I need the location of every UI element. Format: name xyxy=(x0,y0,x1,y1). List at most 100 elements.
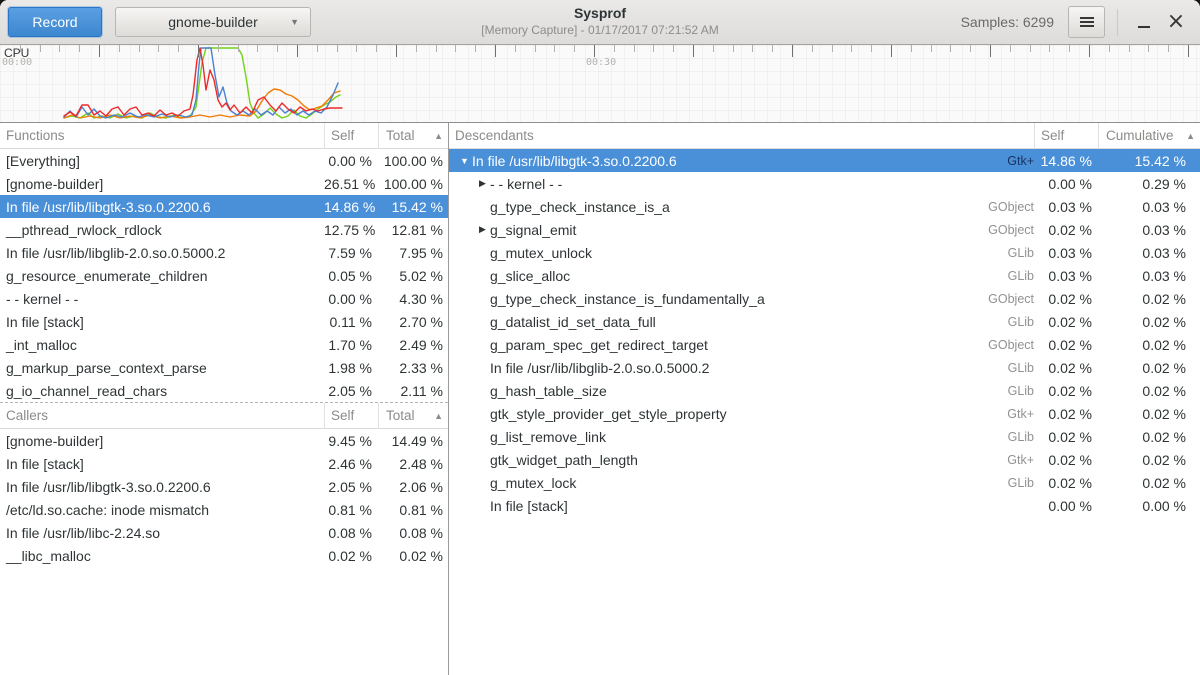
menu-button[interactable] xyxy=(1068,6,1105,38)
tree-row[interactable]: ▶- - kernel - -0.00 %0.29 % xyxy=(449,172,1200,195)
target-selector-dropdown[interactable]: gnome-builder ▼ xyxy=(115,7,311,37)
ruler-tick xyxy=(693,45,694,57)
tree-row[interactable]: g_mutex_lockGLib0.02 %0.02 % xyxy=(449,471,1200,494)
row-cumulative-percent: 0.02 % xyxy=(1098,337,1200,353)
ruler-tick xyxy=(119,45,120,52)
record-button[interactable]: Record xyxy=(8,7,102,37)
ruler-tick xyxy=(990,45,991,57)
table-row[interactable]: In file /usr/lib/libc-2.24.so0.08 %0.08 … xyxy=(0,521,448,544)
tree-row[interactable]: In file /usr/lib/libglib-2.0.so.0.5000.2… xyxy=(449,356,1200,379)
ruler-tick xyxy=(931,45,932,52)
ruler-tick xyxy=(99,45,100,57)
column-header-cumulative[interactable]: Cumulative ▲ xyxy=(1098,123,1200,149)
row-self-percent: 0.02 % xyxy=(1034,314,1098,330)
table-row[interactable]: - - kernel - -0.00 %4.30 % xyxy=(0,287,448,310)
row-self-percent: 0.02 % xyxy=(1034,360,1098,376)
main-area: Functions Self Total ▲ [Everything]0.00 … xyxy=(0,122,1200,675)
close-button[interactable]: × xyxy=(1160,6,1192,38)
tree-row[interactable]: g_type_check_instance_is_aGObject0.03 %0… xyxy=(449,195,1200,218)
ruler-tick xyxy=(198,45,199,57)
samples-count: Samples: 6299 xyxy=(961,14,1054,30)
row-self-percent: 0.08 % xyxy=(324,525,378,541)
column-header-functions[interactable]: Functions xyxy=(0,123,324,149)
column-header-callers[interactable]: Callers xyxy=(0,403,324,429)
table-row[interactable]: [gnome-builder]9.45 %14.49 % xyxy=(0,429,448,452)
minimize-button[interactable] xyxy=(1128,6,1160,38)
ruler-tick xyxy=(1168,45,1169,52)
ruler-tick xyxy=(554,45,555,52)
tree-row[interactable]: gtk_style_provider_get_style_propertyGtk… xyxy=(449,402,1200,425)
table-row[interactable]: __libc_malloc0.02 %0.02 % xyxy=(0,544,448,567)
table-row[interactable]: /etc/ld.so.cache: inode mismatch0.81 %0.… xyxy=(0,498,448,521)
row-total-percent: 14.49 % xyxy=(378,433,448,449)
tree-row[interactable]: g_list_remove_linkGLib0.02 %0.02 % xyxy=(449,425,1200,448)
column-header-total[interactable]: Total ▲ xyxy=(378,123,448,149)
ruler-tick xyxy=(1010,45,1011,52)
ruler-tick xyxy=(812,45,813,52)
table-row[interactable]: In file [stack]2.46 %2.48 % xyxy=(0,452,448,475)
column-header-total[interactable]: Total ▲ xyxy=(378,403,448,429)
column-header-self[interactable]: Self xyxy=(324,403,378,429)
expander-closed-icon[interactable]: ▶ xyxy=(475,178,490,189)
row-self-percent: 0.02 % xyxy=(1034,452,1098,468)
row-self-percent: 0.11 % xyxy=(324,314,378,330)
tree-row[interactable]: g_slice_allocGLib0.03 %0.03 % xyxy=(449,264,1200,287)
row-function-name: - - kernel - - xyxy=(490,176,954,192)
column-header-self[interactable]: Self xyxy=(1034,123,1098,149)
functions-header: Functions Self Total ▲ xyxy=(0,123,448,149)
ruler-tick xyxy=(634,45,635,52)
target-selector-label: gnome-builder xyxy=(168,14,258,30)
cpu-graph[interactable]: CPU 00:00 00:30 xyxy=(0,45,1200,122)
ruler-tick xyxy=(317,45,318,52)
row-function-name: [Everything] xyxy=(0,153,324,169)
tree-row[interactable]: g_datalist_id_set_data_fullGLib0.02 %0.0… xyxy=(449,310,1200,333)
row-function-name: In file [stack] xyxy=(0,314,324,330)
table-row[interactable]: [gnome-builder]26.51 %100.00 % xyxy=(0,172,448,195)
row-function-name: g_hash_table_size xyxy=(490,383,954,399)
tree-row[interactable]: ▶g_signal_emitGObject0.02 %0.03 % xyxy=(449,218,1200,241)
row-total-percent: 5.02 % xyxy=(378,268,448,284)
row-total-percent: 0.08 % xyxy=(378,525,448,541)
row-self-percent: 0.02 % xyxy=(1034,222,1098,238)
expander-closed-icon[interactable]: ▶ xyxy=(475,224,490,235)
table-row[interactable]: In file /usr/lib/libgtk-3.so.0.2200.614.… xyxy=(0,195,448,218)
row-function-name: In file [stack] xyxy=(0,456,324,472)
row-cumulative-percent: 0.03 % xyxy=(1098,199,1200,215)
column-header-self[interactable]: Self xyxy=(324,123,378,149)
table-row[interactable]: g_markup_parse_context_parse1.98 %2.33 % xyxy=(0,356,448,379)
sysprof-window: Record gnome-builder ▼ Sysprof [Memory C… xyxy=(0,0,1200,675)
tree-row[interactable]: gtk_widget_path_lengthGtk+0.02 %0.02 % xyxy=(449,448,1200,471)
ruler-tick xyxy=(1129,45,1130,52)
table-row[interactable]: _int_malloc1.70 %2.49 % xyxy=(0,333,448,356)
minimize-icon xyxy=(1138,26,1150,28)
table-row[interactable]: In file /usr/lib/libglib-2.0.so.0.5000.2… xyxy=(0,241,448,264)
tree-row[interactable]: ▼In file /usr/lib/libgtk-3.so.0.2200.6Gt… xyxy=(449,149,1200,172)
row-cumulative-percent: 0.02 % xyxy=(1098,383,1200,399)
row-self-percent: 7.59 % xyxy=(324,245,378,261)
table-row[interactable]: In file /usr/lib/libgtk-3.so.0.2200.62.0… xyxy=(0,475,448,498)
tree-row[interactable]: In file [stack]0.00 %0.00 % xyxy=(449,494,1200,517)
ruler-tick xyxy=(792,45,793,57)
ruler-tick xyxy=(79,45,80,52)
table-row[interactable]: In file [stack]0.11 %2.70 % xyxy=(0,310,448,333)
row-cumulative-percent: 15.42 % xyxy=(1098,153,1200,169)
row-library-tag: GLib xyxy=(954,269,1034,283)
table-row[interactable]: g_resource_enumerate_children0.05 %5.02 … xyxy=(0,264,448,287)
table-row[interactable]: g_io_channel_read_chars2.05 %2.11 % xyxy=(0,379,448,402)
table-row[interactable]: __pthread_rwlock_rdlock12.75 %12.81 % xyxy=(0,218,448,241)
tree-row[interactable]: g_type_check_instance_is_fundamentally_a… xyxy=(449,287,1200,310)
tree-row[interactable]: g_mutex_unlockGLib0.03 %0.03 % xyxy=(449,241,1200,264)
row-function-name: In file /usr/lib/libgtk-3.so.0.2200.6 xyxy=(0,479,324,495)
row-self-percent: 0.81 % xyxy=(324,502,378,518)
row-function-name: g_mutex_lock xyxy=(490,475,954,491)
column-header-descendants[interactable]: Descendants xyxy=(449,123,1034,149)
row-total-percent: 15.42 % xyxy=(378,199,448,215)
row-library-tag: GObject xyxy=(954,292,1034,306)
table-row[interactable]: [Everything]0.00 %100.00 % xyxy=(0,149,448,172)
tree-row[interactable]: g_param_spec_get_redirect_targetGObject0… xyxy=(449,333,1200,356)
row-self-percent: 0.02 % xyxy=(1034,475,1098,491)
tree-row[interactable]: g_hash_table_sizeGLib0.02 %0.02 % xyxy=(449,379,1200,402)
row-function-name: gtk_style_provider_get_style_property xyxy=(490,406,954,422)
expander-open-icon[interactable]: ▼ xyxy=(457,156,472,166)
ruler-tick xyxy=(1069,45,1070,52)
